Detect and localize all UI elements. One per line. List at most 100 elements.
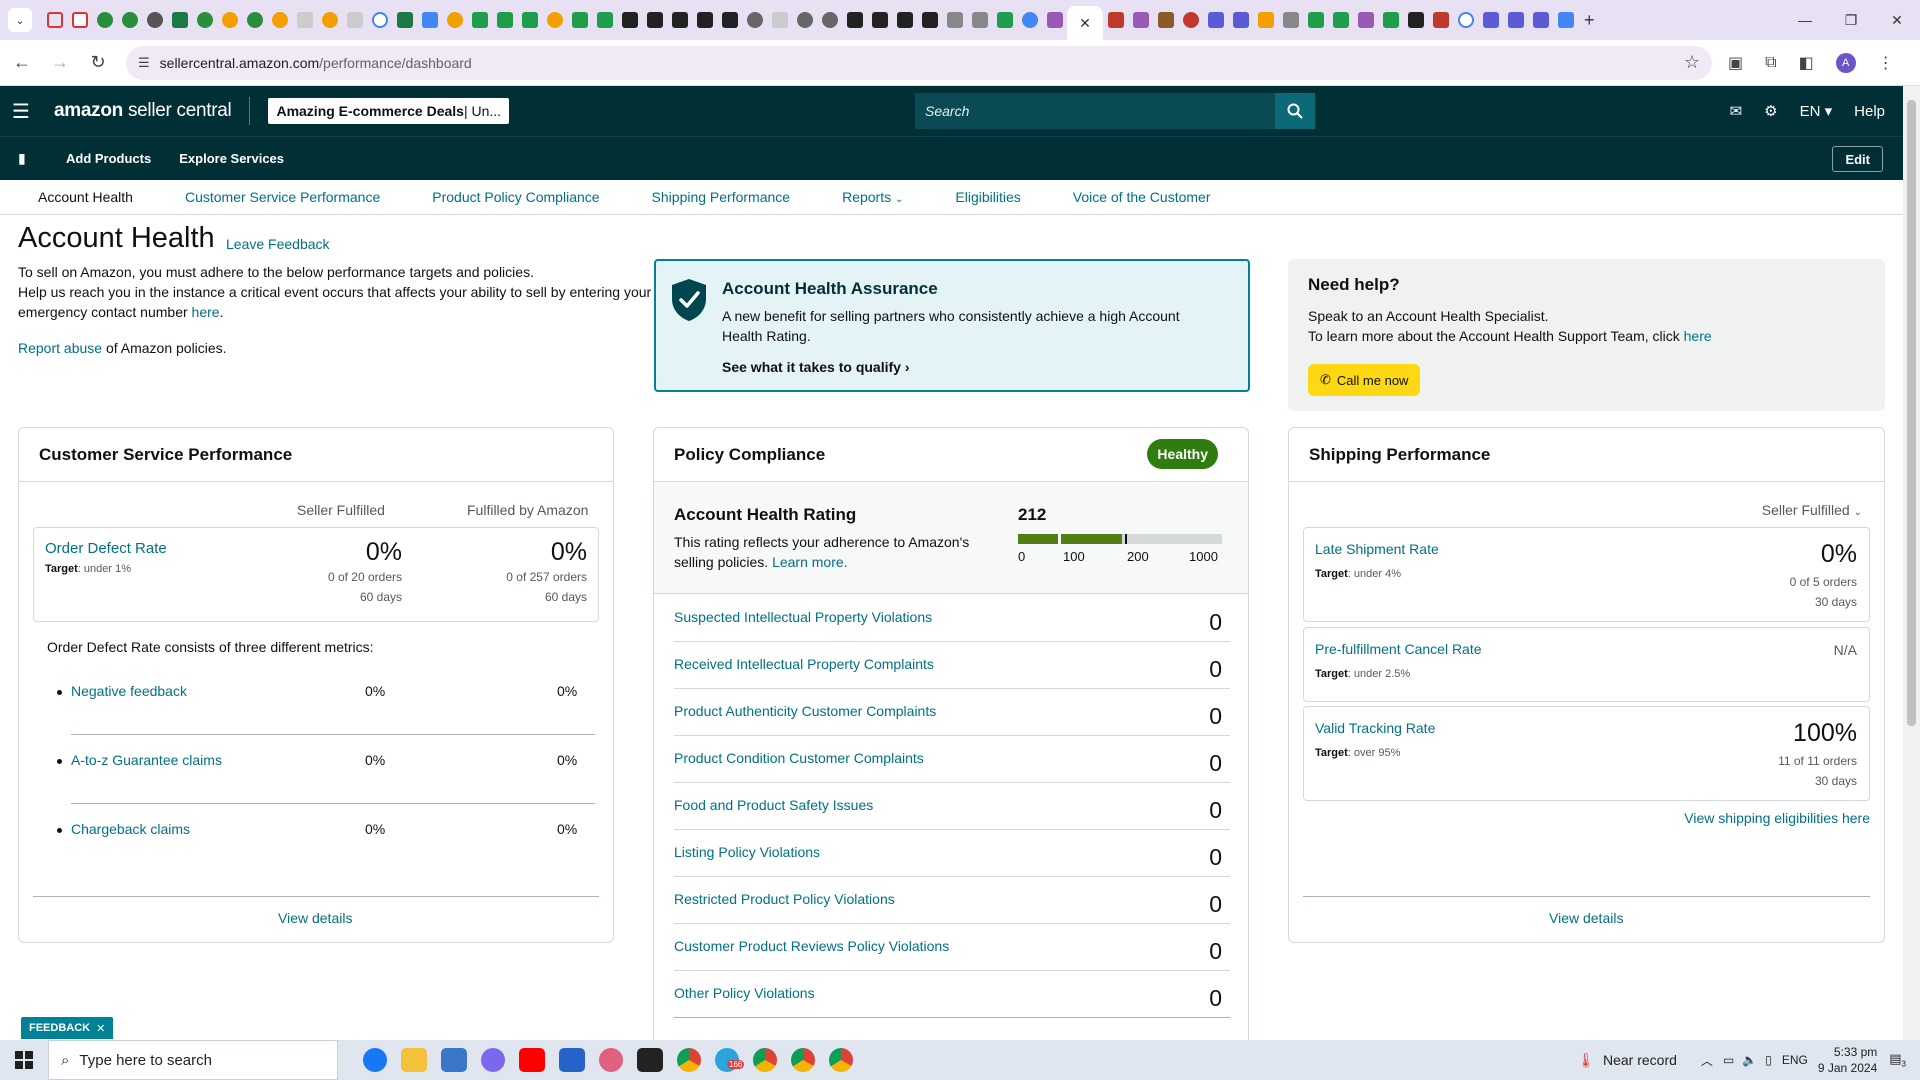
taskbar-search[interactable]: ⌕ Type here to search <box>48 1040 338 1080</box>
tab-favicon[interactable] <box>772 12 788 28</box>
tab-favicon[interactable] <box>997 12 1013 28</box>
tab-favicon[interactable] <box>1158 12 1174 28</box>
call-me-now-button[interactable]: ✆ Call me now <box>1308 364 1421 396</box>
chrome-icon[interactable] <box>829 1048 853 1072</box>
cancel-rate-link[interactable]: Pre-fulfillment Cancel Rate <box>1315 641 1482 657</box>
calculator-icon[interactable] <box>441 1048 467 1072</box>
gear-icon[interactable]: ⚙ <box>1764 102 1777 120</box>
tab-favicon[interactable] <box>97 12 113 28</box>
close-icon[interactable]: ✕ <box>1079 15 1091 32</box>
back-arrow-icon[interactable]: ← <box>6 52 38 73</box>
copilot-icon[interactable] <box>481 1048 505 1072</box>
language-indicator[interactable]: ENG <box>1782 1053 1808 1067</box>
tab-favicon[interactable] <box>447 12 463 28</box>
sticky-notes-icon[interactable] <box>637 1048 663 1072</box>
tab-favicon[interactable] <box>472 12 488 28</box>
tab-favicon[interactable] <box>1133 12 1149 28</box>
tab-eligibilities[interactable]: Eligibilities <box>929 189 1046 205</box>
close-icon[interactable]: ✕ <box>96 1022 105 1035</box>
tab-favicon[interactable] <box>497 12 513 28</box>
violation-link[interactable]: Other Policy Violations <box>674 985 815 1001</box>
violation-link[interactable]: Suspected Intellectual Property Violatio… <box>674 609 932 625</box>
tab-favicon[interactable] <box>1408 12 1424 28</box>
reload-icon[interactable]: ↻ <box>82 52 114 73</box>
tab-favicon[interactable] <box>1558 12 1574 28</box>
tab-favicon[interactable] <box>872 12 888 28</box>
violation-link[interactable]: Received Intellectual Property Complaint… <box>674 656 934 672</box>
emergency-contact-link[interactable]: here <box>192 304 220 320</box>
tab-favicon[interactable] <box>547 12 563 28</box>
hamburger-menu-icon[interactable]: ☰ <box>12 99 36 124</box>
add-products-link[interactable]: Add Products <box>66 151 151 166</box>
tab-favicon[interactable] <box>797 12 813 28</box>
tab-favicon[interactable] <box>247 12 263 28</box>
fulfillment-selector[interactable]: Seller Fulfilled ⌄ <box>1762 502 1862 518</box>
violation-link[interactable]: Customer Product Reviews Policy Violatio… <box>674 938 949 954</box>
site-info-icon[interactable]: ☰ <box>138 55 150 71</box>
explore-services-link[interactable]: Explore Services <box>179 151 284 166</box>
close-window-icon[interactable]: ✕ <box>1874 12 1920 29</box>
tab-favicon[interactable] <box>372 12 388 28</box>
tab-favicon[interactable] <box>422 12 438 28</box>
tab-favicon[interactable] <box>847 12 863 28</box>
tab-reports[interactable]: Reports ⌄ <box>816 189 929 205</box>
seller-central-logo[interactable]: amazon seller central <box>54 100 232 122</box>
feedback-tab[interactable]: FEEDBACK ✕ <box>21 1017 114 1039</box>
tab-favicon[interactable] <box>672 12 688 28</box>
tab-favicon[interactable] <box>1333 12 1349 28</box>
store-icon[interactable] <box>559 1048 585 1072</box>
search-input[interactable] <box>915 93 1275 129</box>
tab-favicon[interactable] <box>697 12 713 28</box>
file-explorer-icon[interactable] <box>401 1048 427 1072</box>
tab-favicon[interactable] <box>1183 12 1199 28</box>
edit-button[interactable]: Edit <box>1832 146 1883 172</box>
windows-start-icon[interactable] <box>0 1051 48 1069</box>
tab-favicon[interactable] <box>272 12 288 28</box>
telegram-icon[interactable]: 166 <box>715 1048 745 1072</box>
tab-favicon[interactable] <box>347 12 363 28</box>
profile-avatar[interactable]: A <box>1835 52 1856 73</box>
weather-widget[interactable]: 🌡 Near record <box>1577 1052 1677 1069</box>
tab-favicon[interactable] <box>1533 12 1549 28</box>
side-panel-icon[interactable]: ◧ <box>1799 53 1814 73</box>
network-icon[interactable]: ▭ <box>1723 1053 1734 1067</box>
tab-favicon[interactable] <box>822 12 838 28</box>
tab-favicon[interactable] <box>947 12 963 28</box>
tab-favicon[interactable] <box>322 12 338 28</box>
tab-favicon[interactable] <box>1433 12 1449 28</box>
store-selector[interactable]: Amazing E-commerce Deals | Un... <box>268 98 510 124</box>
chrome-icon[interactable] <box>677 1048 701 1072</box>
youtube-icon[interactable] <box>519 1048 545 1072</box>
volume-icon[interactable]: 🔈 <box>1742 1053 1757 1067</box>
restore-icon[interactable]: ❐ <box>1828 12 1874 29</box>
tab-favicon[interactable] <box>597 12 613 28</box>
tab-favicon[interactable] <box>1483 12 1499 28</box>
minimize-icon[interactable]: — <box>1782 12 1828 28</box>
notification-icon[interactable]: ▤3 <box>1889 1051 1906 1069</box>
tab-favicon[interactable] <box>47 12 63 28</box>
leave-feedback-link[interactable]: Leave Feedback <box>226 236 330 252</box>
tab-favicon[interactable] <box>572 12 588 28</box>
tab-customer-service-performance[interactable]: Customer Service Performance <box>159 189 406 205</box>
active-tab[interactable]: ✕ <box>1067 6 1103 40</box>
kebab-menu-icon[interactable]: ⋮ <box>1878 53 1894 73</box>
tab-favicon[interactable] <box>1047 12 1063 28</box>
tab-search-button[interactable]: ⌄ <box>8 8 32 32</box>
tab-favicon[interactable] <box>1283 12 1299 28</box>
battery-icon[interactable]: ▯ <box>1765 1053 1772 1067</box>
chrome-icon[interactable] <box>791 1048 815 1072</box>
facebook-icon[interactable] <box>363 1048 387 1072</box>
tab-favicon[interactable] <box>747 12 763 28</box>
view-shipping-eligibilities-link[interactable]: View shipping eligibilities here <box>1684 810 1870 826</box>
url-text[interactable]: sellercentral.amazon.com/performance/das… <box>160 55 1684 71</box>
tab-voice-of-the-customer[interactable]: Voice of the Customer <box>1047 189 1237 205</box>
order-defect-rate-link[interactable]: Order Defect Rate <box>45 540 167 557</box>
url-omnibox[interactable]: ☰ sellercentral.amazon.com/performance/d… <box>126 45 1712 80</box>
violation-link[interactable]: Product Condition Customer Complaints <box>674 750 924 766</box>
tab-favicon[interactable] <box>1508 12 1524 28</box>
puzzle-icon[interactable]: ⧉ <box>1765 54 1776 72</box>
negative-feedback-link[interactable]: Negative feedback <box>71 683 187 699</box>
tab-favicon[interactable] <box>722 12 738 28</box>
learn-more-link[interactable]: Learn more. <box>772 554 847 570</box>
snipping-tool-icon[interactable] <box>599 1048 623 1072</box>
